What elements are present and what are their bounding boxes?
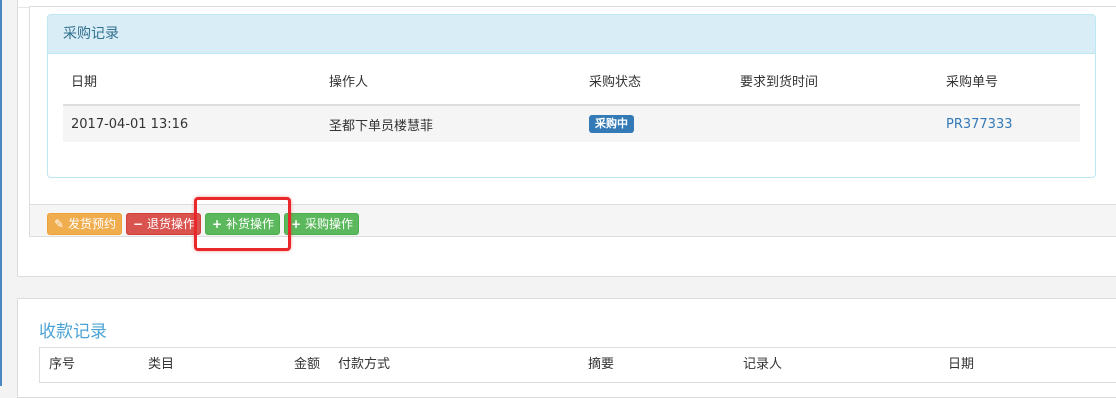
- ship-reservation-button[interactable]: ✎发货预约: [47, 213, 122, 235]
- column-header-recorder: 记录人: [743, 348, 948, 383]
- column-header-serial: 序号: [40, 348, 149, 383]
- return-operation-label: 退货操作: [147, 217, 195, 231]
- highlight-annotation-box: [194, 197, 291, 251]
- column-header-required-arrival: 要求到货时间: [732, 73, 938, 105]
- purchase-records-card: 采购记录 日期 操作人 采购状态 要求到货时间 采购单号 2017-04-01 …: [47, 14, 1096, 178]
- left-accent-rule: [0, 0, 2, 386]
- purchase-operator-cell: 圣都下单员楼慧菲: [321, 105, 581, 142]
- column-header-po-number: 采购单号: [938, 73, 1080, 105]
- receipt-records-table: 序号 类目 金额 付款方式 摘要 记录人 日期: [39, 347, 1116, 383]
- column-header-date: 日期: [63, 73, 321, 105]
- purchase-records-table: 日期 操作人 采购状态 要求到货时间 采购单号 2017-04-01 13:16…: [63, 73, 1080, 142]
- minus-icon: −: [132, 214, 144, 234]
- purchase-status-cell: 采购中: [581, 105, 732, 142]
- column-header-category: 类目: [148, 348, 294, 383]
- column-header-operator: 操作人: [321, 73, 581, 105]
- po-number-cell: PR377333: [938, 105, 1080, 142]
- column-header-summary: 摘要: [588, 348, 743, 383]
- column-header-date: 日期: [948, 348, 1116, 383]
- column-header-amount: 金额: [294, 348, 338, 383]
- receipt-table-header-row: 序号 类目 金额 付款方式 摘要 记录人 日期: [40, 348, 1116, 383]
- purchase-operation-button[interactable]: +采购操作: [284, 213, 359, 235]
- column-header-payment-method: 付款方式: [338, 348, 588, 383]
- purchase-date-cell: 2017-04-01 13:16: [63, 105, 321, 142]
- purchase-operation-label: 采购操作: [305, 217, 353, 231]
- required-arrival-cell: [732, 105, 938, 142]
- return-operation-button[interactable]: −退货操作: [126, 213, 201, 235]
- pencil-icon: ✎: [53, 214, 65, 234]
- plus-icon: +: [290, 214, 302, 234]
- column-header-status: 采购状态: [581, 73, 732, 105]
- receipt-records-title: 收款记录: [39, 321, 107, 343]
- table-row: 2017-04-01 13:16 圣都下单员楼慧菲 采购中 PR377333: [63, 105, 1080, 142]
- ship-reservation-label: 发货预约: [68, 217, 116, 231]
- po-number-link[interactable]: PR377333: [946, 117, 1013, 132]
- status-badge: 采购中: [589, 115, 634, 133]
- purchase-records-title: 采购记录: [48, 15, 1095, 54]
- purchase-table-header-row: 日期 操作人 采购状态 要求到货时间 采购单号: [63, 73, 1080, 105]
